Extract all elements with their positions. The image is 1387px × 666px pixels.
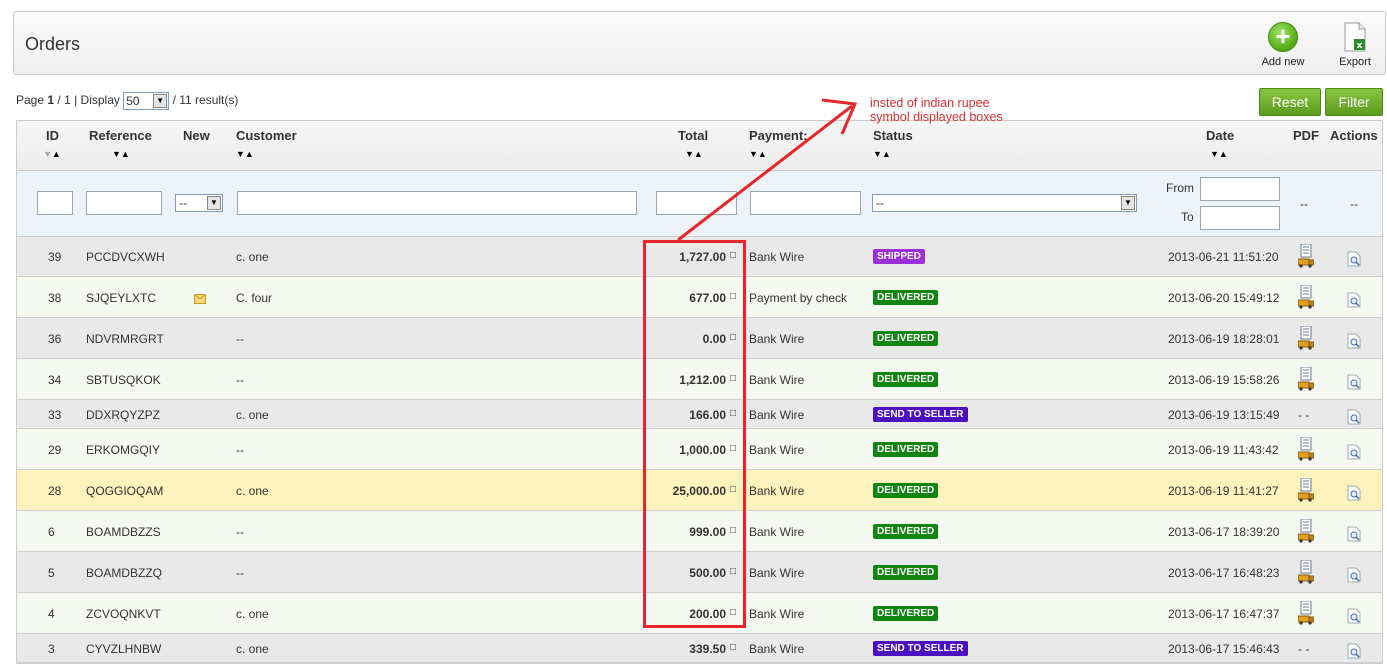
annotation-arrow-icon (677, 98, 858, 242)
